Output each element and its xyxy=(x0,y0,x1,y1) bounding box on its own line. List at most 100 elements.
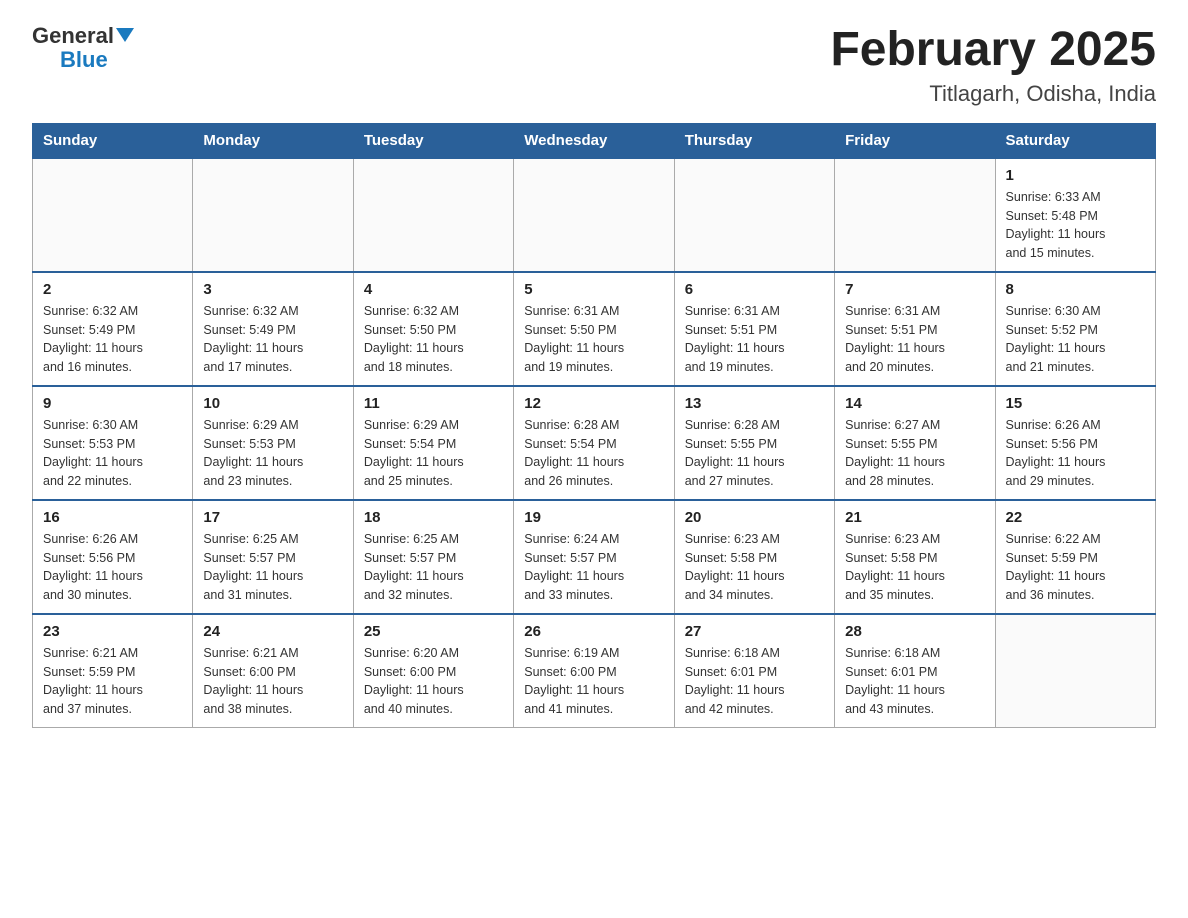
table-row xyxy=(835,158,995,272)
header-sunday: Sunday xyxy=(33,123,193,158)
day-info: Sunrise: 6:20 AMSunset: 6:00 PMDaylight:… xyxy=(364,644,503,719)
day-info: Sunrise: 6:32 AMSunset: 5:49 PMDaylight:… xyxy=(43,302,182,377)
header-friday: Friday xyxy=(835,123,995,158)
logo-triangle-icon xyxy=(116,28,134,42)
day-number: 27 xyxy=(685,623,824,640)
day-number: 8 xyxy=(1006,281,1145,298)
day-info: Sunrise: 6:31 AMSunset: 5:51 PMDaylight:… xyxy=(845,302,984,377)
day-number: 22 xyxy=(1006,509,1145,526)
day-info: Sunrise: 6:24 AMSunset: 5:57 PMDaylight:… xyxy=(524,530,663,605)
day-number: 26 xyxy=(524,623,663,640)
table-row: 15Sunrise: 6:26 AMSunset: 5:56 PMDayligh… xyxy=(995,386,1155,500)
day-number: 23 xyxy=(43,623,182,640)
table-row: 6Sunrise: 6:31 AMSunset: 5:51 PMDaylight… xyxy=(674,272,834,386)
header-thursday: Thursday xyxy=(674,123,834,158)
logo-general-text: General xyxy=(32,23,134,48)
calendar-table: Sunday Monday Tuesday Wednesday Thursday… xyxy=(32,123,1156,728)
day-info: Sunrise: 6:29 AMSunset: 5:54 PMDaylight:… xyxy=(364,416,503,491)
table-row: 17 Sunrise: 6:25 AMSunset: 5:57 PMDayligh… xyxy=(193,500,353,614)
table-row xyxy=(514,158,674,272)
header-tuesday: Tuesday xyxy=(353,123,513,158)
day-number: 6 xyxy=(685,281,824,298)
table-row: 20 Sunrise: 6:23 AMSunset: 5:58 PMDayligh… xyxy=(674,500,834,614)
day-number: 1 xyxy=(1006,167,1145,184)
day-info: Sunrise: 6:26 AMSunset: 5:56 PMDaylight:… xyxy=(43,530,182,605)
day-info: Sunrise: 6:28 AMSunset: 5:54 PMDaylight:… xyxy=(524,416,663,491)
day-info: Sunrise: 6:25 AMSunset: 5:57 PMDaylight:… xyxy=(203,530,342,605)
header-wednesday: Wednesday xyxy=(514,123,674,158)
table-row: 16 Sunrise: 6:26 AMSunset: 5:56 PMDayligh… xyxy=(33,500,193,614)
table-row: 22 Sunrise: 6:22 AMSunset: 5:59 PMDayligh… xyxy=(995,500,1155,614)
day-number: 12 xyxy=(524,395,663,412)
table-row: 21 Sunrise: 6:23 AMSunset: 5:58 PMDayligh… xyxy=(835,500,995,614)
page-header: General Blue February 2025 Titlagarh, Od… xyxy=(32,24,1156,107)
table-row xyxy=(193,158,353,272)
table-row: 9 Sunrise: 6:30 AMSunset: 5:53 PMDaylight… xyxy=(33,386,193,500)
days-header-row: Sunday Monday Tuesday Wednesday Thursday… xyxy=(33,123,1156,158)
day-number: 17 xyxy=(203,509,342,526)
logo: General Blue xyxy=(32,24,134,72)
day-number: 19 xyxy=(524,509,663,526)
day-info: Sunrise: 6:21 AMSunset: 6:00 PMDaylight:… xyxy=(203,644,342,719)
day-number: 7 xyxy=(845,281,984,298)
day-info: Sunrise: 6:32 AMSunset: 5:50 PMDaylight:… xyxy=(364,302,503,377)
logo-line2: Blue xyxy=(32,48,108,72)
day-number: 3 xyxy=(203,281,342,298)
day-number: 5 xyxy=(524,281,663,298)
day-info: Sunrise: 6:31 AMSunset: 5:50 PMDaylight:… xyxy=(524,302,663,377)
table-row: 14 Sunrise: 6:27 AMSunset: 5:55 PMDayligh… xyxy=(835,386,995,500)
table-row: 2 Sunrise: 6:32 AMSunset: 5:49 PMDaylight… xyxy=(33,272,193,386)
table-row: 1 Sunrise: 6:33 AMSunset: 5:48 PMDaylight… xyxy=(995,158,1155,272)
table-row: 27 Sunrise: 6:18 AMSunset: 6:01 PMDayligh… xyxy=(674,614,834,728)
day-info: Sunrise: 6:21 AMSunset: 5:59 PMDaylight:… xyxy=(43,644,182,719)
day-number: 25 xyxy=(364,623,503,640)
day-info: Sunrise: 6:22 AMSunset: 5:59 PMDaylight:… xyxy=(1006,530,1145,605)
header-monday: Monday xyxy=(193,123,353,158)
day-number: 13 xyxy=(685,395,824,412)
table-row: 11 Sunrise: 6:29 AMSunset: 5:54 PMDayligh… xyxy=(353,386,513,500)
table-row: 28 Sunrise: 6:18 AMSunset: 6:01 PMDayligh… xyxy=(835,614,995,728)
calendar-subtitle: Titlagarh, Odisha, India xyxy=(830,81,1156,107)
table-row: 7 Sunrise: 6:31 AMSunset: 5:51 PMDaylight… xyxy=(835,272,995,386)
table-row: 5 Sunrise: 6:31 AMSunset: 5:50 PMDaylight… xyxy=(514,272,674,386)
day-info: Sunrise: 6:23 AMSunset: 5:58 PMDaylight:… xyxy=(845,530,984,605)
day-info: Sunrise: 6:32 AMSunset: 5:49 PMDaylight:… xyxy=(203,302,342,377)
day-info: Sunrise: 6:19 AMSunset: 6:00 PMDaylight:… xyxy=(524,644,663,719)
logo-blue-text: Blue xyxy=(60,47,108,72)
day-number: 2 xyxy=(43,281,182,298)
day-number: 28 xyxy=(845,623,984,640)
table-row xyxy=(33,158,193,272)
day-number: 9 xyxy=(43,395,182,412)
calendar-title: February 2025 xyxy=(830,24,1156,77)
table-row: 10Sunrise: 6:29 AMSunset: 5:53 PMDayligh… xyxy=(193,386,353,500)
table-row: 23 Sunrise: 6:21 AMSunset: 5:59 PMDayligh… xyxy=(33,614,193,728)
day-info: Sunrise: 6:33 AMSunset: 5:48 PMDaylight:… xyxy=(1006,188,1145,263)
day-number: 16 xyxy=(43,509,182,526)
day-number: 21 xyxy=(845,509,984,526)
title-block: February 2025 Titlagarh, Odisha, India xyxy=(830,24,1156,107)
day-info: Sunrise: 6:18 AMSunset: 6:01 PMDaylight:… xyxy=(845,644,984,719)
table-row xyxy=(995,614,1155,728)
day-number: 20 xyxy=(685,509,824,526)
table-row: 26 Sunrise: 6:19 AMSunset: 6:00 PMDayligh… xyxy=(514,614,674,728)
day-number: 24 xyxy=(203,623,342,640)
day-number: 14 xyxy=(845,395,984,412)
table-row: 12 Sunrise: 6:28 AMSunset: 5:54 PMDayligh… xyxy=(514,386,674,500)
day-info: Sunrise: 6:25 AMSunset: 5:57 PMDaylight:… xyxy=(364,530,503,605)
logo-line1: General xyxy=(32,24,134,48)
day-number: 11 xyxy=(364,395,503,412)
day-info: Sunrise: 6:23 AMSunset: 5:58 PMDaylight:… xyxy=(685,530,824,605)
day-info: Sunrise: 6:27 AMSunset: 5:55 PMDaylight:… xyxy=(845,416,984,491)
day-info: Sunrise: 6:28 AMSunset: 5:55 PMDaylight:… xyxy=(685,416,824,491)
table-row: 8 Sunrise: 6:30 AMSunset: 5:52 PMDaylight… xyxy=(995,272,1155,386)
table-row: 13 Sunrise: 6:28 AMSunset: 5:55 PMDayligh… xyxy=(674,386,834,500)
day-info: Sunrise: 6:30 AMSunset: 5:52 PMDaylight:… xyxy=(1006,302,1145,377)
header-saturday: Saturday xyxy=(995,123,1155,158)
day-number: 18 xyxy=(364,509,503,526)
day-info: Sunrise: 6:18 AMSunset: 6:01 PMDaylight:… xyxy=(685,644,824,719)
table-row: 19 Sunrise: 6:24 AMSunset: 5:57 PMDayligh… xyxy=(514,500,674,614)
table-row: 18 Sunrise: 6:25 AMSunset: 5:57 PMDayligh… xyxy=(353,500,513,614)
table-row xyxy=(674,158,834,272)
day-info: Sunrise: 6:30 AMSunset: 5:53 PMDaylight:… xyxy=(43,416,182,491)
day-number: 15 xyxy=(1006,395,1145,412)
